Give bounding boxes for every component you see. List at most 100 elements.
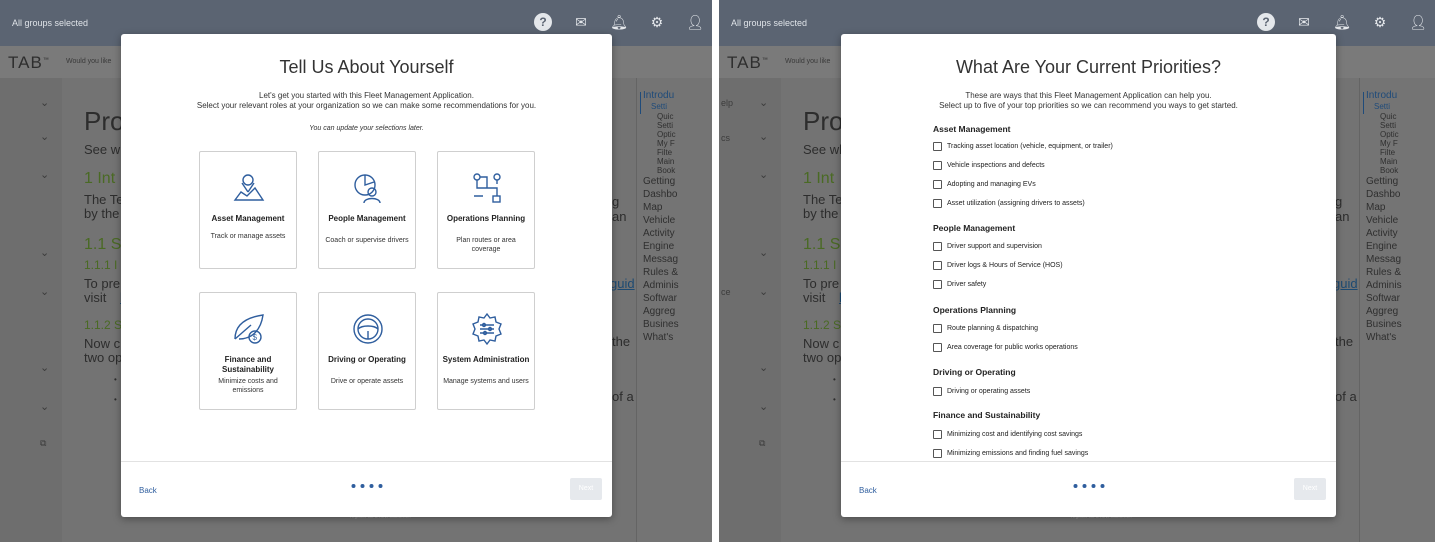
toc-item[interactable]: Quic (1380, 112, 1396, 121)
toc-item[interactable]: Main (1380, 157, 1397, 166)
toc-item[interactable]: Rules & (643, 267, 678, 278)
toc-item[interactable]: Messag (643, 254, 678, 265)
checkbox-box[interactable] (933, 343, 942, 352)
priority-checkbox[interactable]: Area coverage for public works operation… (933, 343, 1078, 352)
chevron-down-icon[interactable]: ⌄ (40, 96, 49, 109)
toc-item[interactable]: My F (657, 139, 675, 148)
toc-item[interactable]: Optic (657, 130, 676, 139)
doc-link[interactable]: guid (610, 276, 635, 291)
back-button[interactable]: Back (859, 486, 877, 495)
toc-item[interactable]: Adminis (1366, 280, 1402, 291)
priority-checkbox[interactable]: Vehicle inspections and defects (933, 161, 1045, 170)
toc-item[interactable]: Vehicle (1366, 215, 1398, 226)
toc-item[interactable]: Book (1380, 166, 1398, 175)
priority-checkbox[interactable]: Asset utilization (assigning drivers to … (933, 199, 1085, 208)
toc-item[interactable]: What's (643, 332, 673, 343)
toc-item[interactable]: Busines (643, 319, 679, 330)
sidebar-label[interactable]: cs (721, 133, 730, 143)
chevron-down-icon[interactable]: ⌄ (759, 130, 768, 143)
toc-item[interactable]: Filte (1380, 148, 1395, 157)
toc-item[interactable]: Filte (657, 148, 672, 157)
chevron-down-icon[interactable]: ⌄ (759, 168, 768, 181)
external-link-icon[interactable]: ⧉ (40, 438, 46, 449)
role-card-driving-operating[interactable]: Driving or Operating Drive or operate as… (318, 292, 416, 410)
checkbox-box[interactable] (933, 142, 942, 151)
next-button[interactable]: Next (570, 478, 602, 500)
toc-item[interactable]: Setti (657, 121, 673, 130)
mail-icon[interactable]: ✉ (1295, 13, 1313, 31)
role-card-finance-sustainability[interactable]: $ Finance and Sustainability Minimize co… (199, 292, 297, 410)
toc-item[interactable]: Softwar (1366, 293, 1400, 304)
checkbox-box[interactable] (933, 324, 942, 333)
priority-checkbox[interactable]: Driver safety (933, 280, 986, 289)
toc-item[interactable]: Getting (1366, 176, 1398, 187)
checkbox-box[interactable] (933, 280, 942, 289)
toc-item[interactable]: Engine (643, 241, 674, 252)
checkbox-box[interactable] (933, 430, 942, 439)
priority-checkbox[interactable]: Adopting and managing EVs (933, 180, 1036, 189)
chevron-down-icon[interactable]: ⌄ (759, 285, 768, 298)
checkbox-box[interactable] (933, 449, 942, 458)
user-icon[interactable]: 👤︎ (1409, 13, 1427, 31)
toc-item[interactable]: Engine (1366, 241, 1397, 252)
next-button[interactable]: Next (1294, 478, 1326, 500)
chevron-down-icon[interactable]: ⌄ (759, 246, 768, 259)
chevron-down-icon[interactable]: ⌄ (759, 96, 768, 109)
checkbox-box[interactable] (933, 261, 942, 270)
toc-item[interactable]: Busines (1366, 319, 1402, 330)
groups-selector[interactable]: All groups selected (731, 18, 807, 28)
toc-item[interactable]: Quic (657, 112, 673, 121)
priority-checkbox[interactable]: Minimizing emissions and finding fuel sa… (933, 449, 1088, 458)
role-card-people-management[interactable]: People Management Coach or supervise dri… (318, 151, 416, 269)
chevron-down-icon[interactable]: ⌄ (40, 361, 49, 374)
checkbox-box[interactable] (933, 180, 942, 189)
toc-item[interactable]: Adminis (643, 280, 679, 291)
help-icon[interactable]: ? (534, 13, 552, 31)
priority-checkbox[interactable]: Route planning & dispatching (933, 324, 1038, 333)
chevron-down-icon[interactable]: ⌄ (759, 361, 768, 374)
bell-icon[interactable]: 🔔︎ (610, 13, 628, 31)
role-card-operations-planning[interactable]: Operations Planning Plan routes or area … (437, 151, 535, 269)
gear-icon[interactable]: ⚙ (1371, 13, 1389, 31)
toc-item[interactable]: Softwar (643, 293, 677, 304)
priority-checkbox[interactable]: Driver logs & Hours of Service (HOS) (933, 261, 1063, 270)
toc-item[interactable]: Main (657, 157, 674, 166)
toc-item[interactable]: Optic (1380, 130, 1399, 139)
toc-item[interactable]: What's (1366, 332, 1396, 343)
back-button[interactable]: Back (139, 486, 157, 495)
priority-checkbox[interactable]: Driver support and supervision (933, 242, 1042, 251)
toc-item[interactable]: Rules & (1366, 267, 1401, 278)
user-icon[interactable]: 👤︎ (686, 13, 704, 31)
mail-icon[interactable]: ✉ (572, 13, 590, 31)
priority-checkbox[interactable]: Minimizing cost and identifying cost sav… (933, 430, 1082, 439)
toc-item[interactable]: Setti (1374, 102, 1390, 111)
doc-link[interactable]: guid (1333, 276, 1358, 291)
toc-item[interactable]: Getting (643, 176, 675, 187)
chevron-down-icon[interactable]: ⌄ (40, 400, 49, 413)
gear-icon[interactable]: ⚙ (648, 13, 666, 31)
checkbox-box[interactable] (933, 161, 942, 170)
toc-item[interactable]: My F (1380, 139, 1398, 148)
chevron-down-icon[interactable]: ⌄ (40, 285, 49, 298)
help-icon[interactable]: ? (1257, 13, 1275, 31)
external-link-icon[interactable]: ⧉ (759, 438, 765, 449)
sidebar-label[interactable]: ce (721, 287, 731, 297)
sidebar-label[interactable]: elp (721, 98, 733, 108)
role-card-asset-management[interactable]: Asset Management Track or manage assets (199, 151, 297, 269)
role-card-system-administration[interactable]: System Administration Manage systems and… (437, 292, 535, 410)
toc-item[interactable]: Map (643, 202, 662, 213)
toc-item[interactable]: Aggreg (1366, 306, 1398, 317)
toc-item[interactable]: Messag (1366, 254, 1401, 265)
toc-item[interactable]: Dashbo (1366, 189, 1400, 200)
chevron-down-icon[interactable]: ⌄ (40, 130, 49, 143)
toc-item[interactable]: Activity (1366, 228, 1398, 239)
toc-item[interactable]: Setti (651, 102, 667, 111)
toc-item[interactable]: Activity (643, 228, 675, 239)
toc-item[interactable]: Vehicle (643, 215, 675, 226)
checkbox-box[interactable] (933, 199, 942, 208)
chevron-down-icon[interactable]: ⌄ (759, 400, 768, 413)
toc-item[interactable]: Dashbo (643, 189, 677, 200)
checkbox-box[interactable] (933, 242, 942, 251)
toc-item[interactable]: Map (1366, 202, 1385, 213)
toc-item[interactable]: Setti (1380, 121, 1396, 130)
